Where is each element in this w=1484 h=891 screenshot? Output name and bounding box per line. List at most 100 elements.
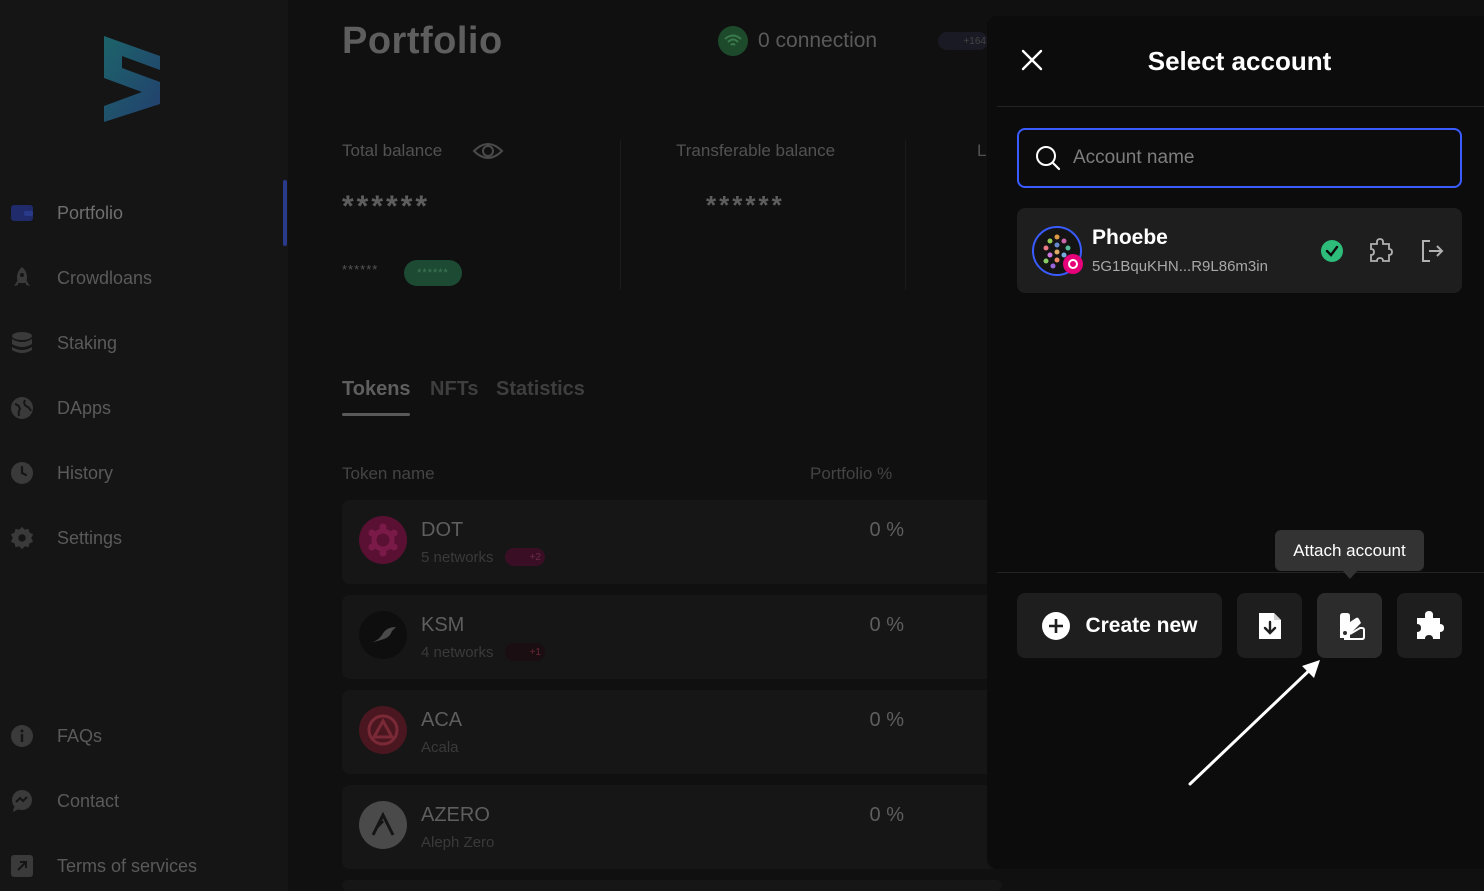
subwallet-logo <box>104 36 160 122</box>
network-chip-count: +1 <box>529 646 541 658</box>
sidebar-item-label: Portfolio <box>57 202 124 223</box>
token-name: Acala <box>421 739 459 756</box>
sidebar-item-label: Terms of services <box>57 855 198 876</box>
sidebar-item-faqs[interactable]: FAQs <box>0 711 288 761</box>
balance-change-value: ****** <box>342 262 379 277</box>
table-row[interactable]: KSM 4 networks +1 0 % <box>342 595 1002 679</box>
column-header-token-name: Token name <box>342 464 435 483</box>
globe-icon <box>10 396 34 420</box>
token-name: Aleph Zero <box>421 834 495 851</box>
gear-icon <box>10 526 34 550</box>
balance-change-pill: ****** <box>404 260 462 286</box>
token-portfolio-percent: 0 % <box>869 519 904 541</box>
acala-logo-icon <box>359 706 407 754</box>
token-symbol: DOT <box>421 519 464 541</box>
account-address: 5G1BquKHN...R9L86m3in <box>1092 258 1268 275</box>
chat-icon <box>10 789 34 813</box>
sidebar-item-label: DApps <box>57 397 112 418</box>
polkadot-logo-icon <box>359 516 407 564</box>
token-symbol: KSM <box>421 614 465 636</box>
transferable-balance-label: Transferable balance <box>676 141 836 160</box>
swatchbook-icon <box>1339 612 1365 640</box>
wifi-icon <box>718 26 748 56</box>
token-symbol: ACA <box>421 709 463 731</box>
account-name: Phoebe <box>1092 226 1168 249</box>
token-portfolio-percent: 0 % <box>869 709 904 731</box>
sidebar-item-history[interactable]: History <box>0 448 288 498</box>
connect-extension-button[interactable] <box>1397 593 1462 658</box>
sidebar-item-label: Staking <box>57 332 118 353</box>
table-row[interactable]: DOT 5 networks +2 0 % <box>342 500 1002 584</box>
sidebar-item-label: FAQs <box>57 725 103 746</box>
sidebar-item-terms[interactable]: Terms of services <box>0 841 288 891</box>
network-chip[interactable]: +164 <box>938 32 988 50</box>
create-new-button[interactable]: Create new <box>1017 593 1222 658</box>
puzzle-icon <box>1416 610 1444 639</box>
sidebar-item-label: Contact <box>57 790 120 811</box>
check-circle-icon <box>1318 237 1346 265</box>
token-networks: 4 networks <box>421 644 494 661</box>
sidebar-item-crowdloans[interactable]: Crowdloans <box>0 253 288 303</box>
locked-balance-label: L <box>977 141 987 160</box>
tooltip-arrow <box>1342 570 1358 579</box>
token-portfolio-percent: 0 % <box>869 614 904 636</box>
token-symbol: AZERO <box>421 804 490 826</box>
search-icon <box>1036 146 1061 171</box>
aleph-zero-logo-icon <box>359 801 407 849</box>
page-title: Portfolio <box>342 20 503 62</box>
divider <box>620 140 621 290</box>
network-chip: +1 <box>505 643 545 661</box>
token-portfolio-percent: 0 % <box>869 804 904 826</box>
sidebar-item-staking[interactable]: Staking <box>0 318 288 368</box>
kusama-logo-icon <box>359 611 407 659</box>
tab-nfts[interactable]: NFTs <box>430 378 479 401</box>
import-account-button[interactable] <box>1237 593 1302 658</box>
account-item[interactable]: Phoebe 5G1BquKHN...R9L86m3in <box>1017 208 1462 293</box>
rocket-icon <box>10 266 34 290</box>
table-row[interactable]: ACA Acala 0 % <box>342 690 1002 774</box>
create-new-label: Create new <box>1085 613 1198 637</box>
table-row[interactable] <box>342 880 1002 891</box>
eye-icon[interactable] <box>472 138 504 164</box>
sidebar-item-contact[interactable]: Contact <box>0 776 288 826</box>
sidebar-item-label: Settings <box>57 527 123 548</box>
account-search-field[interactable] <box>1017 128 1462 188</box>
annotation-arrow <box>1188 660 1320 786</box>
clock-icon <box>10 461 34 485</box>
network-chip-count: +164 <box>963 35 986 47</box>
database-icon <box>10 331 34 355</box>
sidebar: Portfolio Crowdloans Staking DApps Histo… <box>0 0 288 891</box>
table-row[interactable]: AZERO Aleph Zero 0 % <box>342 785 1002 869</box>
connection-status[interactable]: 0 connection <box>718 26 877 56</box>
puzzle-icon[interactable] <box>1367 237 1395 265</box>
logout-icon[interactable] <box>1418 237 1446 265</box>
tab-statistics[interactable]: Statistics <box>496 378 585 401</box>
polkadot-network-icon <box>1063 254 1083 274</box>
network-chip-count: +2 <box>529 551 541 563</box>
token-networks: 5 networks <box>421 549 494 566</box>
total-balance-label: Total balance <box>342 141 443 160</box>
plus-circle-icon <box>1042 611 1071 640</box>
file-download-icon <box>1258 612 1281 639</box>
transferable-balance-value: ****** <box>706 190 785 220</box>
external-link-icon <box>10 854 34 878</box>
tooltip: Attach account <box>1275 530 1424 571</box>
tab-tokens[interactable]: Tokens <box>342 378 411 401</box>
divider <box>997 106 1484 107</box>
wallet-icon <box>10 201 34 225</box>
network-chip: +2 <box>505 548 545 566</box>
total-balance-value: ****** <box>342 190 431 223</box>
column-header-portfolio: Portfolio % <box>810 464 893 483</box>
sidebar-item-settings[interactable]: Settings <box>0 513 288 563</box>
connection-text: 0 connection <box>758 29 878 52</box>
sidebar-item-label: History <box>57 462 114 483</box>
search-input[interactable] <box>1073 147 1433 169</box>
sidebar-item-dapps[interactable]: DApps <box>0 383 288 433</box>
attach-account-button[interactable] <box>1317 593 1382 658</box>
drawer-title: Select account <box>1147 46 1332 76</box>
tab-underline <box>342 413 410 416</box>
divider <box>905 140 906 290</box>
divider <box>997 572 1484 573</box>
sidebar-item-portfolio[interactable]: Portfolio <box>0 188 288 238</box>
sidebar-item-label: Crowdloans <box>57 267 153 288</box>
